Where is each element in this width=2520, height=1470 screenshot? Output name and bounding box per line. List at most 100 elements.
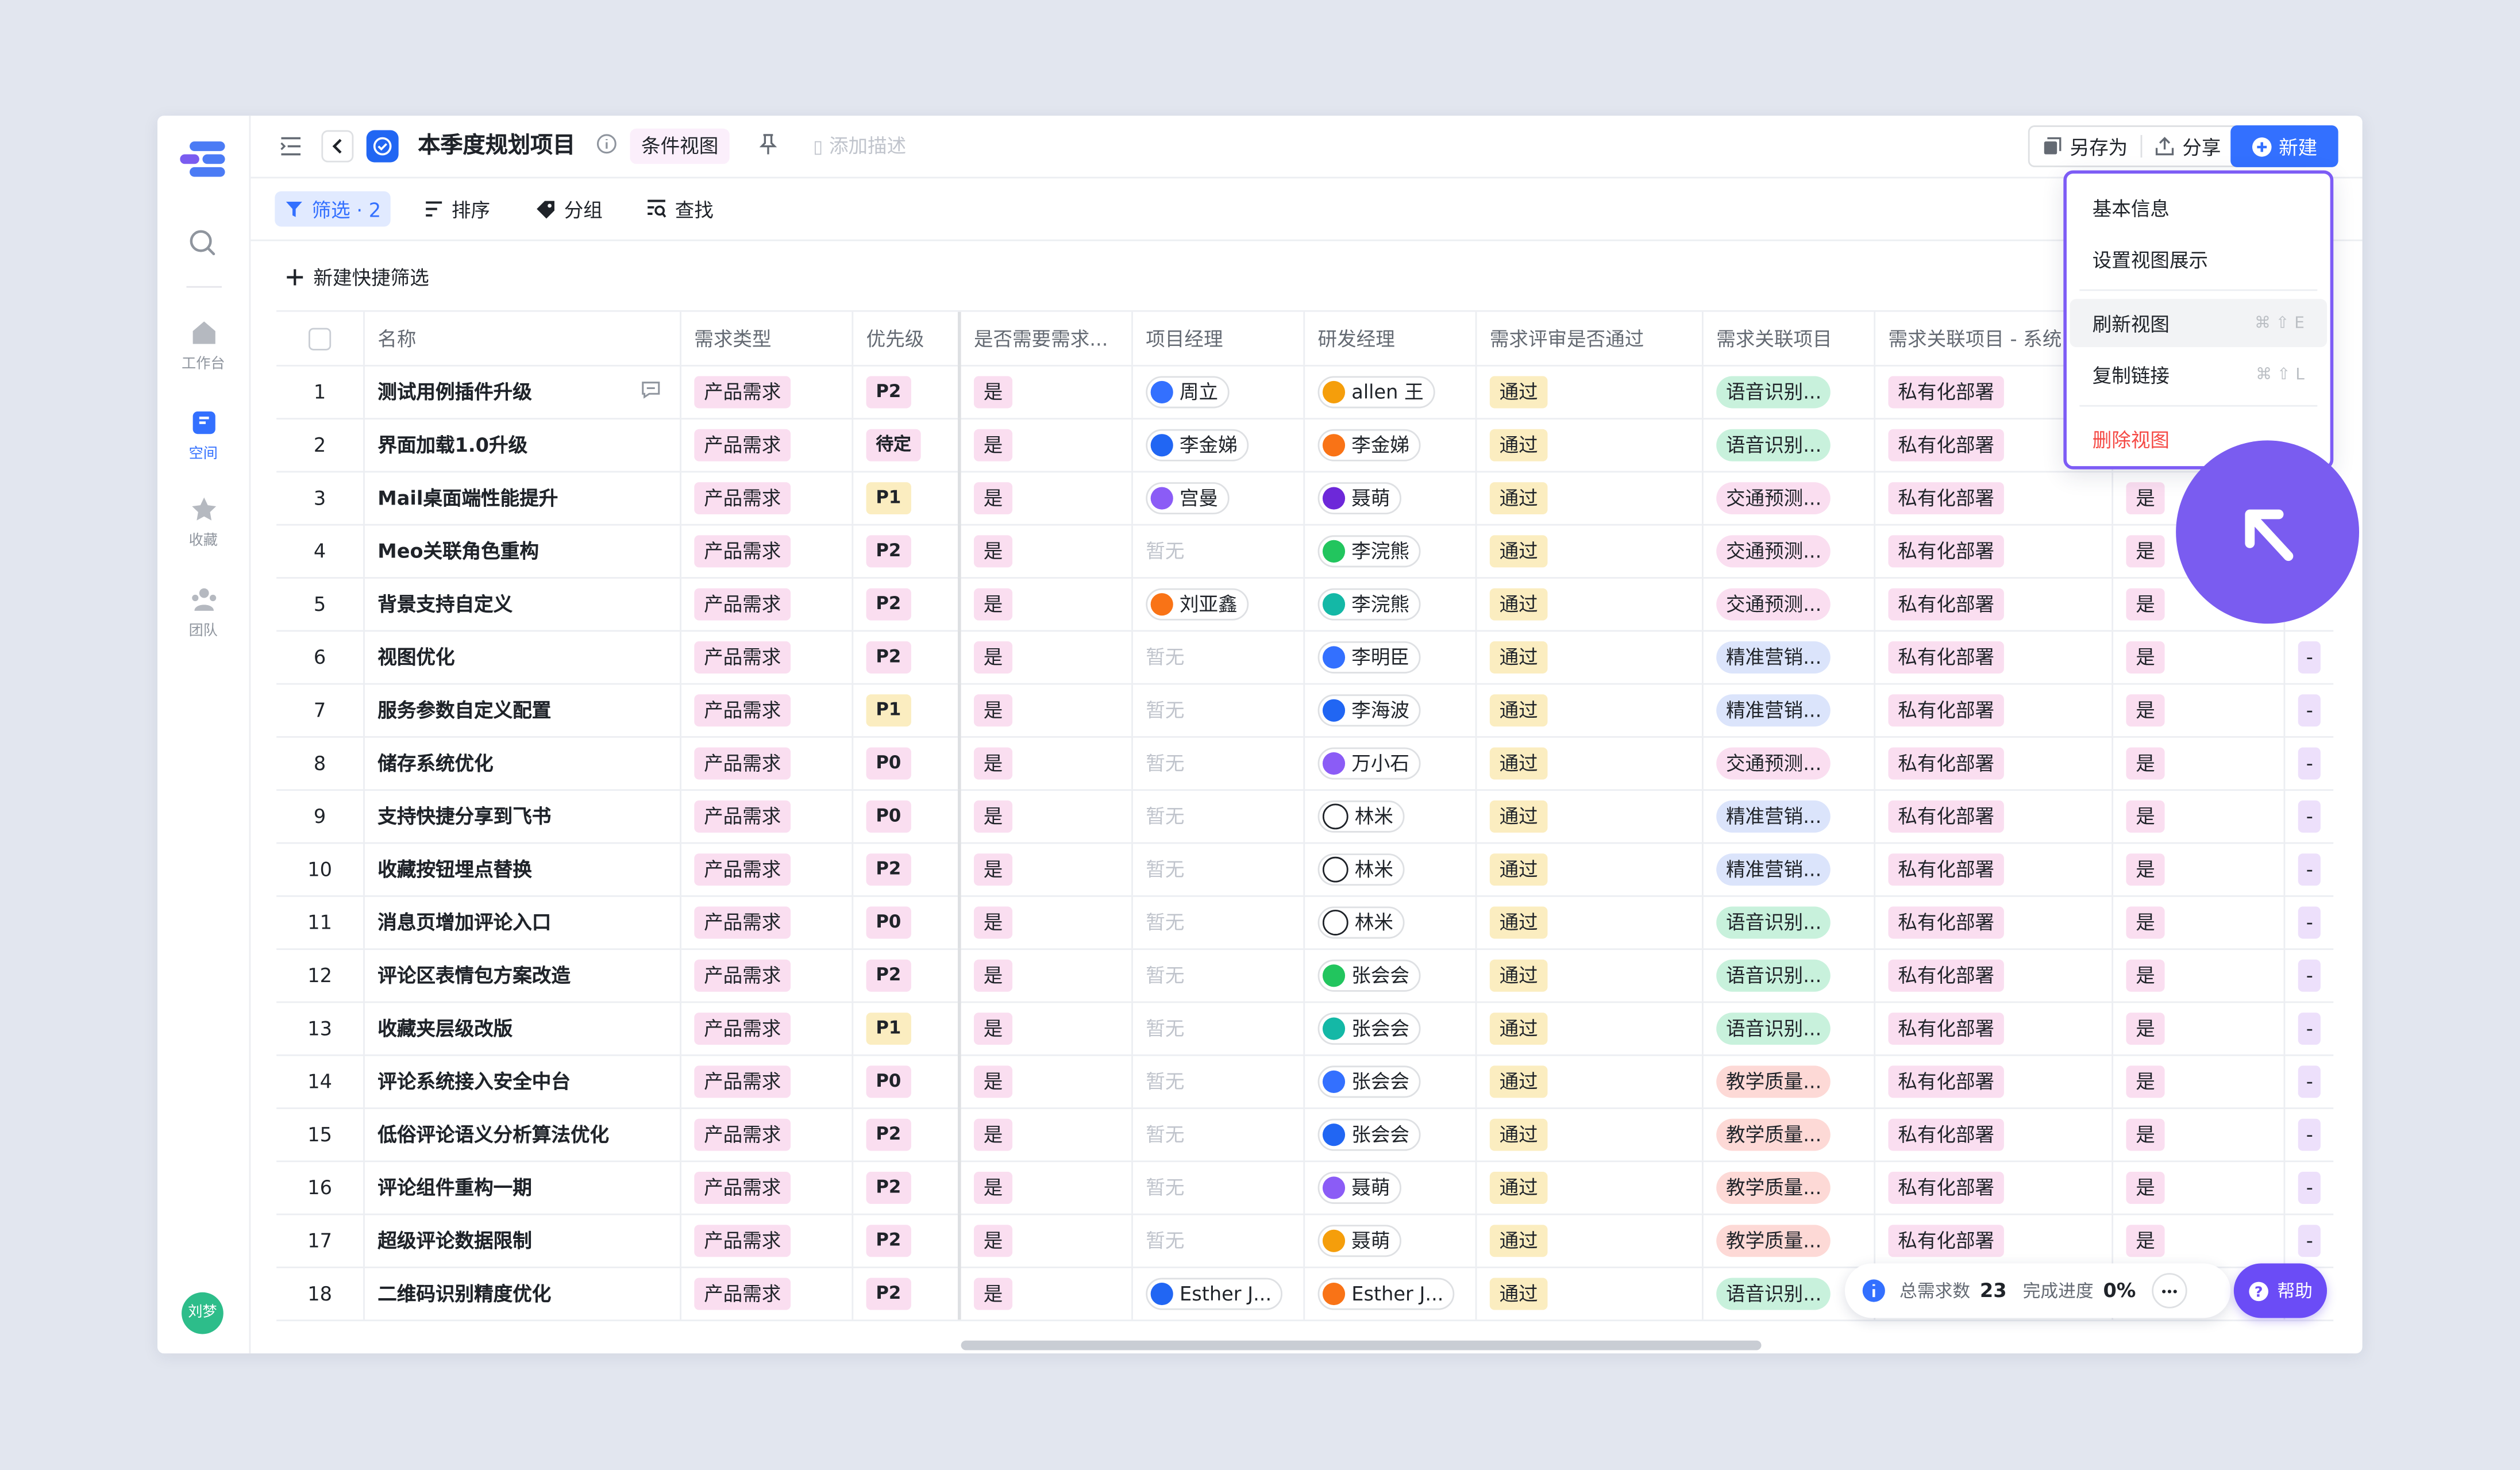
type-cell[interactable]: 产品需求 — [681, 1001, 854, 1055]
review-cell[interactable]: 通过 — [1477, 1107, 1704, 1161]
pm-cell[interactable]: 宫曼 — [1133, 471, 1305, 524]
pm-cell[interactable]: 暂无 — [1133, 683, 1305, 737]
row-number[interactable]: 16 — [276, 1160, 365, 1214]
pm-cell[interactable]: 刘亚鑫 — [1133, 577, 1305, 630]
name-cell[interactable]: 收藏夹层级改版 — [365, 1001, 681, 1055]
name-cell[interactable]: 储存系统优化 — [365, 736, 681, 790]
summary-more-button[interactable] — [2152, 1273, 2187, 1309]
dm-cell[interactable]: 李浣熊 — [1305, 577, 1477, 630]
review-cell[interactable]: 通过 — [1477, 948, 1704, 1002]
need-cell[interactable]: 是 — [961, 1054, 1133, 1108]
project-cell[interactable]: 语音识别... — [1704, 364, 1876, 418]
row-number[interactable]: 12 — [276, 948, 365, 1002]
type-cell[interactable]: 产品需求 — [681, 1160, 854, 1214]
row-number[interactable]: 7 — [276, 683, 365, 737]
table-row[interactable]: 17 超级评论数据限制 产品需求 P2 是 暂无 聂萌 通过 教学质量... 私有化部署 是 - — [276, 1213, 2334, 1268]
deploy-cell[interactable]: 私有化部署 — [1875, 630, 2114, 683]
pm-cell[interactable]: 李金娣 — [1133, 418, 1305, 471]
project-cell[interactable]: 教学质量... — [1704, 1107, 1876, 1161]
name-cell[interactable]: 背景支持自定义 — [365, 577, 681, 630]
filter-button[interactable]: 筛选 · 2 — [275, 191, 391, 227]
priority-cell[interactable]: P2 — [853, 524, 961, 578]
deploy-cell[interactable]: 私有化部署 — [1875, 1054, 2114, 1108]
deploy-cell[interactable]: 私有化部署 — [1875, 1213, 2114, 1267]
review-cell[interactable]: 通过 — [1477, 683, 1704, 737]
table-row[interactable]: 5 背景支持自定义 产品需求 P2 是 刘亚鑫 李浣熊 通过 交通预测... 私有化部署 是 — [276, 577, 2334, 632]
row-number[interactable]: 1 — [276, 364, 365, 418]
name-cell[interactable]: 视图优化 — [365, 630, 681, 683]
extra-cell[interactable]: - — [2285, 789, 2333, 842]
name-cell[interactable]: 服务参数自定义配置 — [365, 683, 681, 737]
review-cell[interactable]: 通过 — [1477, 524, 1704, 578]
need-cell[interactable]: 是 — [961, 1160, 1133, 1214]
project-cell[interactable]: 精准营销... — [1704, 683, 1876, 737]
pm-cell[interactable]: 暂无 — [1133, 895, 1305, 949]
need-cell[interactable]: 是 — [961, 736, 1133, 790]
need-cell[interactable]: 是 — [961, 577, 1133, 630]
priority-cell[interactable]: P1 — [853, 471, 961, 524]
type-cell[interactable]: 产品需求 — [681, 736, 854, 790]
review-cell[interactable]: 通过 — [1477, 1267, 1704, 1320]
dm-cell[interactable]: 李海波 — [1305, 683, 1477, 737]
deploy-cell[interactable]: 私有化部署 — [1875, 948, 2114, 1002]
info-icon[interactable] — [596, 133, 617, 154]
new-button[interactable]: 新建 — [2230, 125, 2338, 167]
dm-cell[interactable]: 李金娣 — [1305, 418, 1477, 471]
priority-cell[interactable]: 待定 — [853, 418, 961, 471]
row-number[interactable]: 18 — [276, 1267, 365, 1320]
deploy-cell[interactable]: 私有化部署 — [1875, 577, 2114, 630]
pin-icon[interactable] — [758, 133, 778, 156]
row-number[interactable]: 2 — [276, 418, 365, 471]
need-cell[interactable]: 是 — [961, 471, 1133, 524]
project-cell[interactable]: 精准营销... — [1704, 630, 1876, 683]
priority-cell[interactable]: P0 — [853, 736, 961, 790]
table-row[interactable]: 9 支持快捷分享到飞书 产品需求 P0 是 暂无 林米 通过 精准营销... 私有化部署 是 - — [276, 789, 2334, 844]
table-row[interactable]: 8 储存系统优化 产品需求 P0 是 暂无 万小石 通过 交通预测... 私有化部署 是 - — [276, 736, 2334, 791]
name-cell[interactable]: 消息页增加评论入口 — [365, 895, 681, 949]
pm-cell[interactable]: 暂无 — [1133, 948, 1305, 1002]
user-avatar[interactable]: 刘梦 — [182, 1292, 224, 1334]
extra-cell[interactable]: - — [2285, 1214, 2333, 1267]
row-number[interactable]: 8 — [276, 736, 365, 790]
extra-cell[interactable]: 是 — [2113, 1213, 2286, 1267]
review-cell[interactable]: 通过 — [1477, 736, 1704, 790]
table-row[interactable]: 2 界面加载1.0升级 产品需求 待定 是 李金娣 李金娣 通过 语音识别... 私有化部署 — [276, 418, 2334, 473]
extra-cell[interactable]: - — [2285, 1160, 2333, 1213]
pm-cell[interactable]: 暂无 — [1133, 1107, 1305, 1161]
dm-cell[interactable]: 聂萌 — [1305, 1160, 1477, 1214]
sort-button[interactable]: 排序 — [415, 191, 500, 227]
deploy-cell[interactable]: 私有化部署 — [1875, 895, 2114, 949]
pm-cell[interactable]: 暂无 — [1133, 842, 1305, 895]
row-number[interactable]: 3 — [276, 471, 365, 524]
project-cell[interactable]: 语音识别... — [1704, 418, 1876, 471]
type-cell[interactable]: 产品需求 — [681, 895, 854, 949]
need-cell[interactable]: 是 — [961, 895, 1133, 949]
menu-item-copy-link[interactable]: 复制链接 ⌘ ⇧ L — [2070, 351, 2328, 399]
group-button[interactable]: 分组 — [526, 191, 612, 227]
save-as-button[interactable]: 另存为 — [2030, 127, 2141, 166]
table-row[interactable]: 4 Meo关联角色重构 产品需求 P2 是 暂无 李浣熊 通过 交通预测... 私有化部署 是 — [276, 524, 2334, 579]
extra-cell[interactable]: - — [2285, 683, 2333, 736]
extra-cell[interactable]: 是 — [2113, 948, 2286, 1002]
row-number[interactable]: 11 — [276, 895, 365, 949]
priority-cell[interactable]: P2 — [853, 1267, 961, 1320]
review-cell[interactable]: 通过 — [1477, 364, 1704, 418]
review-cell[interactable]: 通过 — [1477, 1054, 1704, 1108]
table-row[interactable]: 6 视图优化 产品需求 P2 是 暂无 李明臣 通过 精准营销... 私有化部署 是 - — [276, 630, 2334, 685]
table-row[interactable]: 16 评论组件重构一期 产品需求 P2 是 暂无 聂萌 通过 教学质量... 私有化部署 是 - — [276, 1160, 2334, 1215]
extra-cell[interactable]: - — [2285, 842, 2333, 895]
priority-cell[interactable]: P2 — [853, 1213, 961, 1267]
dm-cell[interactable]: Esther J... — [1305, 1267, 1477, 1320]
type-cell[interactable]: 产品需求 — [681, 1107, 854, 1161]
type-cell[interactable]: 产品需求 — [681, 524, 854, 578]
project-cell[interactable]: 精准营销... — [1704, 789, 1876, 842]
extra-cell[interactable]: 是 — [2113, 789, 2286, 842]
rail-item-favorites[interactable]: 收藏 — [157, 495, 249, 550]
name-cell[interactable]: Mail桌面端性能提升 — [365, 471, 681, 524]
priority-cell[interactable]: P2 — [853, 364, 961, 418]
row-number[interactable]: 4 — [276, 524, 365, 578]
need-cell[interactable]: 是 — [961, 1001, 1133, 1055]
type-cell[interactable]: 产品需求 — [681, 1054, 854, 1108]
column-header[interactable]: 名称 — [365, 311, 681, 365]
project-cell[interactable]: 语音识别... — [1704, 895, 1876, 949]
